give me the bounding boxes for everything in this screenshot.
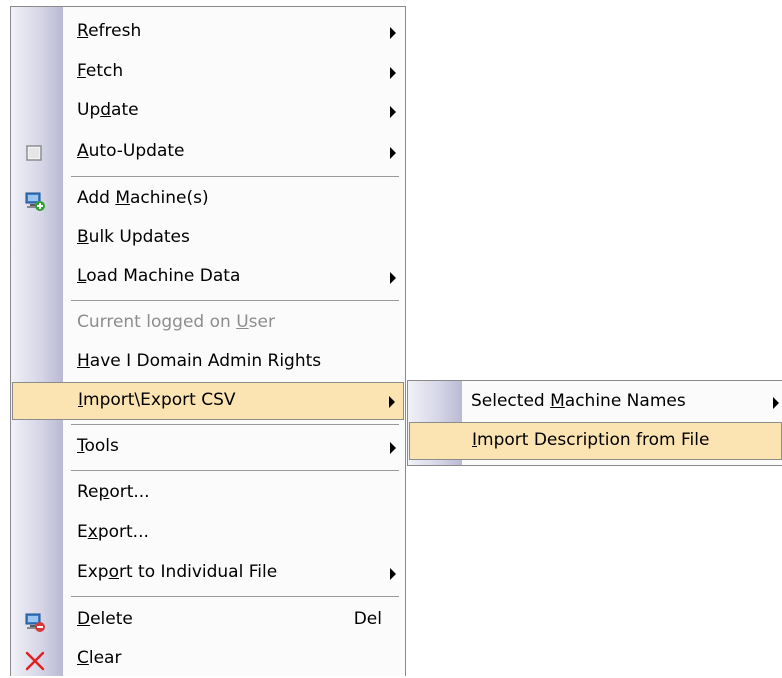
submenu-arrow-icon bbox=[389, 396, 395, 408]
submenu-arrow-icon bbox=[390, 272, 396, 284]
submenu-arrow-icon bbox=[390, 67, 396, 79]
menu-item-auto-update[interactable]: Auto-Update bbox=[12, 133, 404, 171]
menu-separator bbox=[71, 176, 399, 177]
menu-item-tools[interactable]: Tools bbox=[12, 428, 404, 466]
menu-item-delete[interactable]: Delete Del bbox=[12, 601, 404, 639]
add-machine-icon bbox=[24, 190, 45, 211]
submenu-item-import-description[interactable]: Import Description from File bbox=[409, 422, 782, 460]
menu-item-refresh[interactable]: Refresh bbox=[12, 13, 404, 51]
checkbox-icon[interactable] bbox=[24, 143, 44, 163]
menu-item-export-individual-file[interactable]: Export to Individual File bbox=[12, 554, 404, 592]
submenu-arrow-icon bbox=[773, 397, 779, 409]
menu-item-domain-admin-rights[interactable]: Have I Domain Admin Rights bbox=[12, 343, 404, 381]
menu-separator bbox=[71, 596, 399, 597]
menu-item-bulk-updates[interactable]: Bulk Updates bbox=[12, 219, 404, 257]
delete-machine-icon bbox=[24, 611, 45, 632]
shortcut-label: Del bbox=[353, 609, 382, 629]
submenu-arrow-icon bbox=[390, 106, 396, 118]
menu-item-export[interactable]: Export... bbox=[12, 514, 404, 552]
menu-separator bbox=[71, 424, 399, 425]
menu-item-add-machines[interactable]: Add Machine(s) bbox=[12, 180, 404, 218]
menu-item-report[interactable]: Report... bbox=[12, 474, 404, 512]
menu-separator bbox=[71, 470, 399, 471]
menu-item-current-logged-on-user: Current logged on User bbox=[77, 312, 275, 332]
submenu-item-selected-machine-names[interactable]: Selected Machine Names bbox=[409, 383, 781, 421]
submenu-arrow-icon bbox=[390, 442, 396, 454]
submenu-arrow-icon bbox=[390, 568, 396, 580]
menu-separator bbox=[71, 300, 399, 301]
menu-item-load-machine-data[interactable]: Load Machine Data bbox=[12, 258, 404, 296]
menu-item-fetch[interactable]: Fetch bbox=[12, 53, 404, 91]
menu-item-clear[interactable]: Clear bbox=[12, 640, 404, 678]
menu-item-update[interactable]: Update bbox=[12, 92, 404, 130]
submenu-arrow-icon bbox=[390, 27, 396, 39]
context-menu: Refresh Fetch Update Auto-Update Add Mac… bbox=[10, 6, 406, 676]
clear-x-icon bbox=[24, 650, 45, 671]
import-export-submenu: Selected Machine Names Import Descriptio… bbox=[407, 380, 782, 466]
menu-item-import-export-csv[interactable]: Import\Export CSV bbox=[12, 382, 404, 420]
submenu-arrow-icon bbox=[390, 147, 396, 159]
